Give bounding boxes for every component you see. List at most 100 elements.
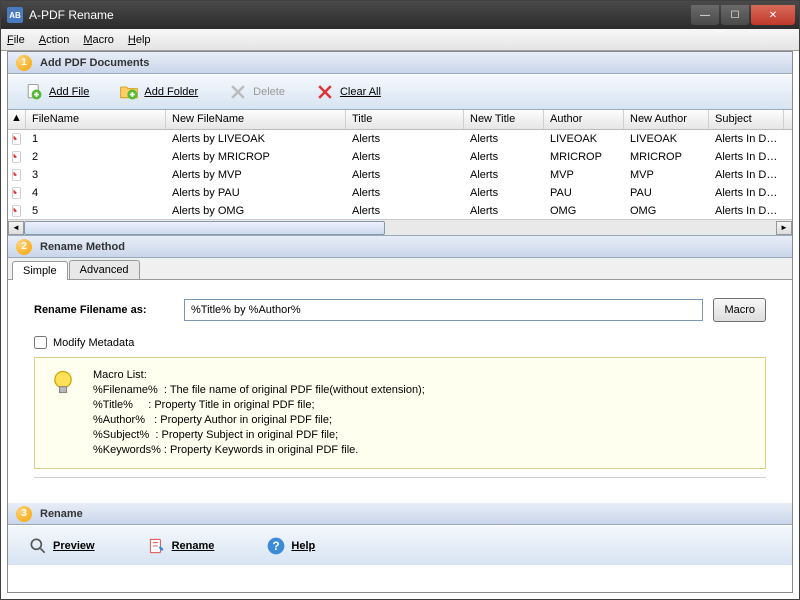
- macro-help-box: Macro List: %Filename% : The file name o…: [34, 357, 766, 469]
- cell-new-author: MRICROP: [624, 151, 709, 163]
- rename-label: Rename Filename as:: [34, 304, 174, 316]
- delete-label: Delete: [253, 86, 285, 98]
- cell-new-filename: Alerts by MRICROP: [166, 151, 346, 163]
- add-toolbar: Add File Add Folder Delete Clear All: [8, 74, 792, 110]
- app-icon: AB: [7, 7, 23, 23]
- grid-hscroll[interactable]: ◄ ►: [8, 219, 792, 235]
- svg-text:?: ?: [273, 540, 280, 553]
- modify-metadata-checkbox[interactable]: [34, 336, 47, 349]
- cell-title: Alerts: [346, 187, 464, 199]
- minimize-button[interactable]: —: [691, 5, 719, 25]
- menubar: File Action Macro Help: [1, 29, 799, 51]
- clear-all-button[interactable]: Clear All: [309, 79, 387, 105]
- tab-advanced[interactable]: Advanced: [69, 260, 140, 279]
- rename-pattern-input[interactable]: [184, 299, 703, 321]
- clear-all-label: Clear All: [340, 86, 381, 98]
- col-title[interactable]: Title: [346, 110, 464, 129]
- macro-button[interactable]: Macro: [713, 298, 766, 322]
- help-icon: ?: [266, 536, 286, 556]
- cell-new-filename: Alerts by MVP: [166, 169, 346, 181]
- lightbulb-icon: [49, 368, 77, 396]
- preview-button[interactable]: Preview: [22, 533, 101, 559]
- col-new-title[interactable]: New Title: [464, 110, 544, 129]
- col-filename[interactable]: FileName: [26, 110, 166, 129]
- col-new-author[interactable]: New Author: [624, 110, 709, 129]
- pdf-icon: [8, 186, 26, 200]
- cell-new-filename: Alerts by LIVEOAK: [166, 133, 346, 145]
- file-grid: ▲ FileName New FileName Title New Title …: [8, 110, 792, 236]
- section-num-3: 3: [16, 506, 32, 522]
- cell-title: Alerts: [346, 133, 464, 145]
- section-add-header: 1 Add PDF Documents: [8, 52, 792, 74]
- pdf-icon: [8, 150, 26, 164]
- table-row[interactable]: 2Alerts by MRICROPAlertsAlertsMRICROPMRI…: [8, 148, 792, 166]
- maximize-button[interactable]: ☐: [721, 5, 749, 25]
- cell-subject: Alerts In Da...: [709, 187, 784, 199]
- grid-header-row: ▲ FileName New FileName Title New Title …: [8, 110, 792, 130]
- cell-author: PAU: [544, 187, 624, 199]
- section-method-title: Rename Method: [40, 241, 125, 253]
- cell-author: MVP: [544, 169, 624, 181]
- cell-filename: 3: [26, 169, 166, 181]
- simple-panel: Rename Filename as: Macro Modify Metadat…: [8, 280, 792, 503]
- cell-new-author: OMG: [624, 205, 709, 217]
- col-new-filename[interactable]: New FileName: [166, 110, 346, 129]
- cell-title: Alerts: [346, 151, 464, 163]
- help-button[interactable]: ? Help: [260, 533, 321, 559]
- col-subject[interactable]: Subject: [709, 110, 784, 129]
- col-author[interactable]: Author: [544, 110, 624, 129]
- cell-new-filename: Alerts by OMG: [166, 205, 346, 217]
- delete-button[interactable]: Delete: [222, 79, 291, 105]
- scroll-left[interactable]: ◄: [8, 221, 24, 235]
- titlebar[interactable]: AB A-PDF Rename — ☐ ✕: [1, 1, 799, 29]
- help-label: Help: [291, 540, 315, 552]
- divider: [34, 477, 766, 495]
- section-rename-header: 3 Rename: [8, 503, 792, 525]
- cell-author: LIVEOAK: [544, 133, 624, 145]
- delete-icon: [228, 82, 248, 102]
- cell-title: Alerts: [346, 205, 464, 217]
- cell-filename: 2: [26, 151, 166, 163]
- menu-macro[interactable]: Macro: [83, 34, 114, 46]
- scroll-track[interactable]: [24, 221, 776, 235]
- add-folder-button[interactable]: Add Folder: [113, 79, 204, 105]
- cell-filename: 1: [26, 133, 166, 145]
- pdf-icon: [8, 132, 26, 146]
- clear-icon: [315, 82, 335, 102]
- cell-new-title: Alerts: [464, 205, 544, 217]
- cell-subject: Alerts In Da...: [709, 151, 784, 163]
- close-button[interactable]: ✕: [751, 5, 795, 25]
- table-row[interactable]: 5Alerts by OMGAlertsAlertsOMGOMGAlerts I…: [8, 202, 792, 219]
- table-row[interactable]: 4Alerts by PAUAlertsAlertsPAUPAUAlerts I…: [8, 184, 792, 202]
- cell-filename: 5: [26, 205, 166, 217]
- rename-button[interactable]: Rename: [141, 533, 221, 559]
- rename-label: Rename: [172, 540, 215, 552]
- method-tabs: Simple Advanced: [8, 258, 792, 280]
- preview-label: Preview: [53, 540, 95, 552]
- add-file-icon: [24, 82, 44, 102]
- table-row[interactable]: 3Alerts by MVPAlertsAlertsMVPMVPAlerts I…: [8, 166, 792, 184]
- cell-subject: Alerts In Da...: [709, 205, 784, 217]
- grid-body[interactable]: 1Alerts by LIVEOAKAlertsAlertsLIVEOAKLIV…: [8, 130, 792, 219]
- window-title: A-PDF Rename: [29, 8, 689, 22]
- cell-new-title: Alerts: [464, 169, 544, 181]
- menu-file[interactable]: File: [7, 34, 25, 46]
- section-num-2: 2: [16, 239, 32, 255]
- scroll-right[interactable]: ►: [776, 221, 792, 235]
- cell-author: MRICROP: [544, 151, 624, 163]
- table-row[interactable]: 1Alerts by LIVEOAKAlertsAlertsLIVEOAKLIV…: [8, 130, 792, 148]
- magnifier-icon: [28, 536, 48, 556]
- menu-help[interactable]: Help: [128, 34, 151, 46]
- add-file-button[interactable]: Add File: [18, 79, 95, 105]
- modify-metadata-label: Modify Metadata: [53, 337, 134, 349]
- col-sort[interactable]: ▲: [8, 110, 26, 129]
- pdf-icon: [8, 204, 26, 218]
- tab-simple[interactable]: Simple: [12, 261, 68, 280]
- pdf-icon: [8, 168, 26, 182]
- menu-action[interactable]: Action: [39, 34, 70, 46]
- cell-author: OMG: [544, 205, 624, 217]
- cell-new-title: Alerts: [464, 187, 544, 199]
- section-add-title: Add PDF Documents: [40, 57, 149, 69]
- cell-new-author: LIVEOAK: [624, 133, 709, 145]
- scroll-thumb[interactable]: [24, 221, 385, 235]
